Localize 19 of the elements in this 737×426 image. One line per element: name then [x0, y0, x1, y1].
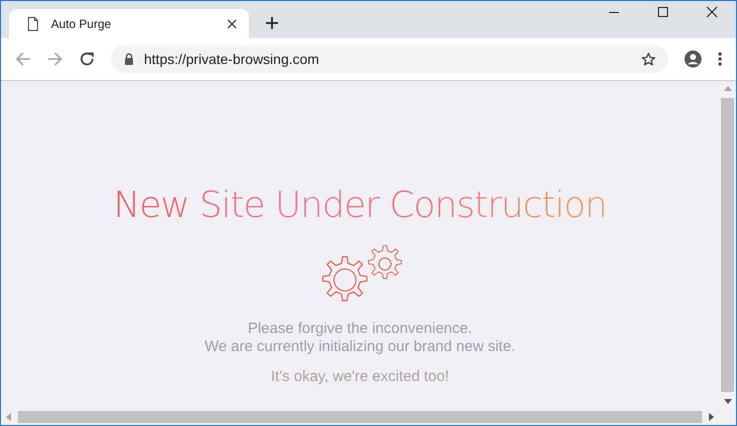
vertical-scrollbar[interactable] — [719, 81, 736, 409]
menu-icon[interactable] — [718, 52, 722, 66]
browser-tab[interactable]: Auto Purge — [9, 9, 249, 38]
address-bar[interactable]: https://private-browsing.com — [111, 45, 668, 73]
page-icon — [27, 16, 39, 30]
account-icon[interactable] — [684, 50, 702, 68]
message-text: We are currently initializing our brand new site. — [204, 338, 516, 356]
lock-icon — [124, 53, 134, 65]
tab-title: Auto Purge — [51, 16, 112, 30]
footer-text: It's okay, we're excited too! — [270, 368, 450, 386]
close-icon[interactable] — [706, 6, 718, 18]
message-text: Please forgive the inconvenience. — [246, 320, 474, 338]
close-tab-icon[interactable] — [227, 18, 237, 28]
maximize-icon[interactable] — [657, 6, 669, 18]
reload-icon[interactable] — [79, 51, 95, 67]
horizontal-scrollbar[interactable] — [1, 409, 736, 425]
url-text: https://private-browsing.com — [144, 51, 320, 67]
new-tab-icon[interactable] — [265, 16, 279, 30]
star-icon[interactable] — [641, 52, 656, 66]
